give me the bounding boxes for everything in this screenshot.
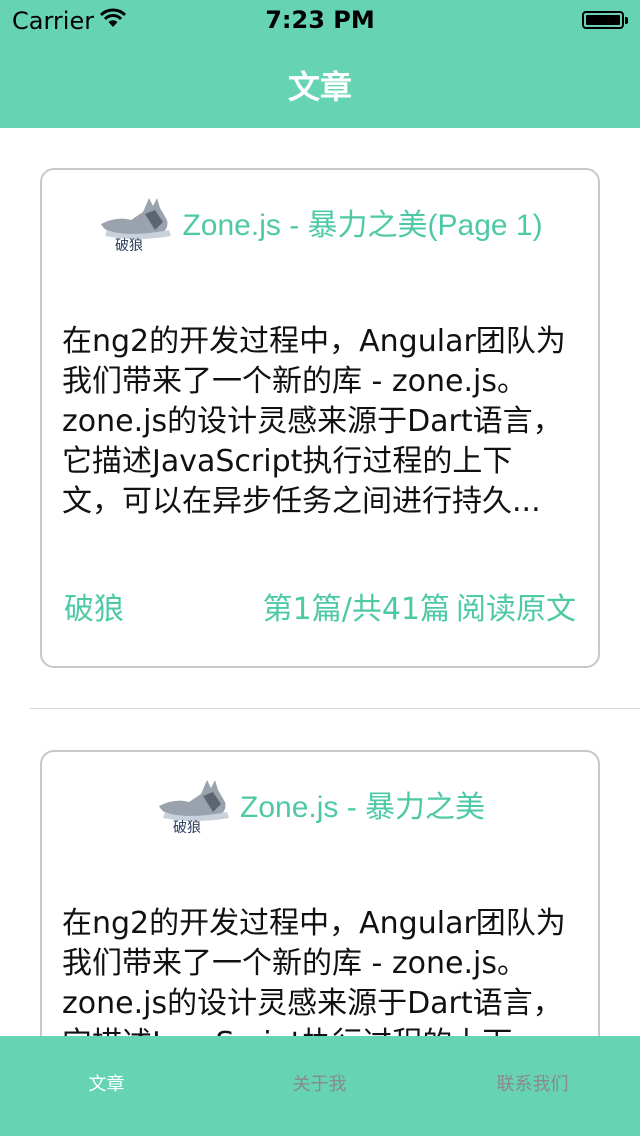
article-title-link[interactable]: Zone.js - 暴力之美 [240,782,485,826]
tab-contact-us[interactable]: 联系我们 [426,1070,639,1096]
tab-bar: 文章 关于我 联系我们 [0,1036,640,1136]
logo-text: 破狼 [115,238,143,254]
article-card[interactable]: 破狼 Zone.js - 暴力之美(Page 1) 在ng2的开发过程中，Ang… [40,168,600,668]
article-excerpt: 在ng2的开发过程中，Angular团队为我们带来了一个新的库 - zone.j… [62,324,566,519]
article-header: 破狼 Zone.js - 暴力之美 [42,772,598,844]
tab-articles[interactable]: 文章 [0,1070,213,1096]
article-card[interactable]: 破狼 Zone.js - 暴力之美 在ng2的开发过程中，Angular团队为我… [40,750,600,1036]
status-bar: Carrier 7:23 PM [0,0,640,40]
article-title-link[interactable]: Zone.js - 暴力之美(Page 1) [182,200,542,244]
article-excerpt: 在ng2的开发过程中，Angular团队为我们带来了一个新的库 - zone.j… [62,906,566,1036]
read-original-link[interactable]: 阅读原文 [456,592,576,627]
article-header: 破狼 Zone.js - 暴力之美(Page 1) [42,190,598,262]
wolf-logo: 破狼 [101,198,172,254]
status-time: 7:23 PM [265,6,375,34]
author-label: 破狼 [64,592,124,627]
navigation-header: Carrier 7:23 PM 文章 [0,0,640,128]
logo-text: 破狼 [173,820,201,836]
article-list[interactable]: 破狼 Zone.js - 暴力之美(Page 1) 在ng2的开发过程中，Ang… [0,128,640,1036]
wolf-logo: 破狼 [158,780,229,836]
article-footer: 破狼 第1篇/共41篇 阅读原文 [64,584,576,628]
page-title: 文章 [287,68,352,106]
battery-icon [582,11,628,29]
tab-about-me[interactable]: 关于我 [213,1070,426,1096]
divider [30,708,640,709]
article-index: 第1篇/共41篇 [262,592,450,627]
